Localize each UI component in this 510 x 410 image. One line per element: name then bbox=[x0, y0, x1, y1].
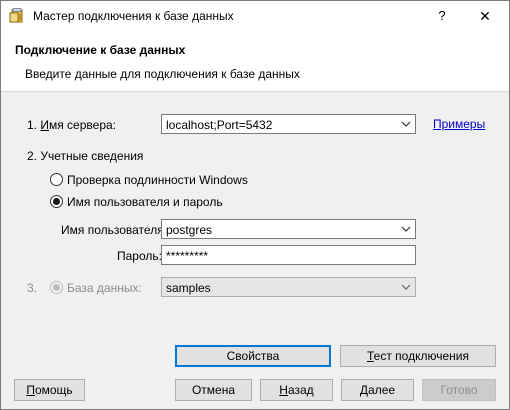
userpass-auth-radio[interactable] bbox=[50, 195, 63, 208]
back-button[interactable]: Назад bbox=[260, 379, 333, 401]
close-button[interactable]: ✕ bbox=[463, 1, 507, 31]
database-label: База данных: bbox=[67, 281, 142, 295]
chevron-down-icon[interactable] bbox=[401, 282, 411, 292]
help-title-button[interactable]: ? bbox=[425, 1, 459, 31]
help-label: омощь bbox=[34, 383, 73, 397]
server-label: 1. Имя сервера: bbox=[27, 118, 116, 132]
wizard-window: Мастер подключения к базе данных ? ✕ Под… bbox=[0, 0, 510, 410]
finish-button[interactable]: Готово bbox=[422, 379, 496, 401]
properties-button[interactable]: Свойства bbox=[175, 345, 331, 367]
page-title: Подключение к базе данных bbox=[15, 43, 186, 57]
next-mnemonic: Д bbox=[359, 383, 369, 397]
server-label-mnemonic: И bbox=[40, 118, 49, 132]
back-label: азад bbox=[287, 383, 314, 397]
server-label-number: 1. bbox=[27, 118, 41, 132]
windows-auth-radio[interactable] bbox=[50, 173, 63, 186]
window-title: Мастер подключения к базе данных bbox=[33, 9, 234, 23]
credentials-section-label: 2. Учетные сведения bbox=[27, 149, 144, 163]
help-mnemonic: П bbox=[26, 383, 35, 397]
password-field[interactable]: ********* bbox=[161, 245, 416, 265]
cancel-button[interactable]: Отмена bbox=[175, 379, 252, 401]
title-bar: Мастер подключения к базе данных ? ✕ bbox=[1, 1, 509, 31]
help-button[interactable]: Помощь bbox=[14, 379, 85, 401]
password-label: Пароль: bbox=[117, 249, 162, 263]
username-combobox[interactable]: postgres bbox=[161, 219, 416, 239]
password-value: ********* bbox=[166, 249, 209, 263]
database-value: samples bbox=[166, 281, 211, 295]
database-number: 3. bbox=[27, 281, 38, 295]
next-button[interactable]: Далее bbox=[341, 379, 414, 401]
server-combobox[interactable]: localhost;Port=5432 bbox=[161, 114, 416, 134]
userpass-auth-label[interactable]: Имя пользователя и пароль bbox=[67, 195, 223, 209]
wizard-header: Подключение к базе данных Введите данные… bbox=[1, 31, 509, 92]
database-combobox[interactable]: samples bbox=[161, 277, 416, 297]
page-subtitle: Введите данные для подключения к базе да… bbox=[25, 67, 300, 81]
username-label: Имя пользователя: bbox=[61, 223, 168, 237]
test-connection-mnemonic: Т bbox=[367, 349, 374, 363]
chevron-down-icon[interactable] bbox=[401, 119, 411, 129]
test-connection-button[interactable]: Тест подключения bbox=[340, 345, 496, 367]
chevron-down-icon[interactable] bbox=[401, 224, 411, 234]
back-mnemonic: Н bbox=[279, 383, 288, 397]
database-wizard-icon bbox=[9, 8, 23, 23]
database-radio[interactable] bbox=[50, 281, 63, 294]
examples-link[interactable]: Примеры bbox=[433, 117, 485, 131]
server-value: localhost;Port=5432 bbox=[166, 118, 273, 132]
username-value: postgres bbox=[166, 223, 213, 237]
test-connection-label: ест подключения bbox=[373, 349, 469, 363]
server-label-text: мя сервера: bbox=[48, 118, 116, 132]
next-label: алее bbox=[368, 383, 396, 397]
windows-auth-label[interactable]: Проверка подлинности Windows bbox=[67, 173, 248, 187]
